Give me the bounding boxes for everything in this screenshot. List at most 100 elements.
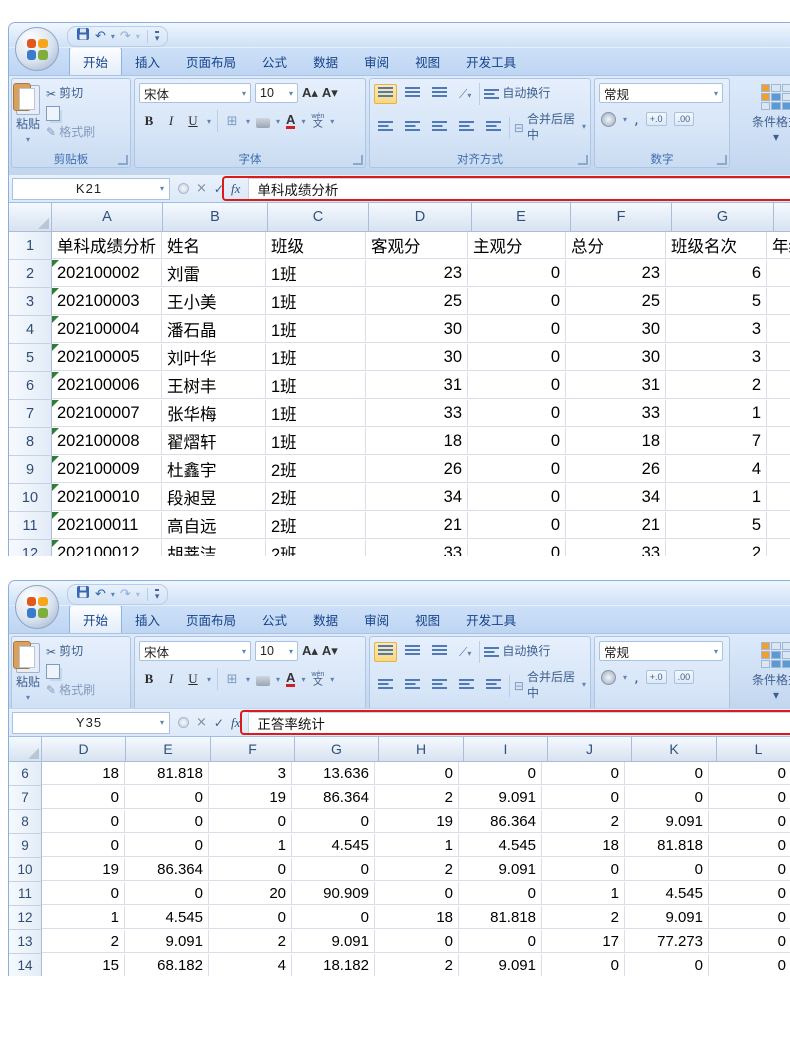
cell-L8[interactable]: 0 (709, 810, 790, 833)
decrease-indent-button[interactable] (455, 118, 478, 138)
cell-G5[interactable]: 3 (666, 344, 767, 371)
font-dialog-launcher-icon[interactable] (353, 155, 363, 165)
column-header-H[interactable]: H (774, 203, 790, 232)
tab-formulas[interactable]: 公式 (249, 47, 300, 75)
cell-E9[interactable]: 0 (125, 834, 209, 857)
cell-D11[interactable]: 0 (42, 882, 125, 905)
cell-E7[interactable]: 0 (125, 786, 209, 809)
cell-C1[interactable]: 班级 (266, 232, 366, 259)
cell-A9[interactable]: 202100009 (52, 456, 162, 483)
row-header-12[interactable]: 12 (9, 906, 42, 930)
cell-G7[interactable]: 86.364 (292, 786, 375, 809)
cell-E6[interactable]: 0 (468, 372, 566, 399)
cell-L12[interactable]: 0 (709, 906, 790, 929)
decrease-decimal-icon[interactable]: .00 (674, 670, 695, 684)
cell-C2[interactable]: 1班 (266, 260, 366, 287)
cell-H3[interactable] (767, 288, 790, 315)
cancel-icon[interactable]: × (196, 182, 207, 195)
cell-D4[interactable]: 30 (366, 316, 468, 343)
cell-K7[interactable]: 0 (625, 786, 709, 809)
cell-E10[interactable]: 0 (468, 484, 566, 511)
cell-F3[interactable]: 25 (566, 288, 666, 315)
tab-home[interactable]: 开始 (69, 46, 122, 75)
cell-E2[interactable]: 0 (468, 260, 566, 287)
cell-F6[interactable]: 3 (209, 762, 292, 785)
cell-L13[interactable]: 0 (709, 930, 790, 953)
cell-E1[interactable]: 主观分 (468, 232, 566, 259)
cell-D9[interactable]: 0 (42, 834, 125, 857)
cell-H13[interactable]: 0 (375, 930, 459, 953)
cell-G11[interactable]: 90.909 (292, 882, 375, 905)
decrease-decimal-icon[interactable]: .00 (674, 112, 695, 126)
comma-style-icon[interactable]: , (634, 112, 639, 127)
cell-G14[interactable]: 18.182 (292, 954, 375, 976)
cell-E9[interactable]: 0 (468, 456, 566, 483)
comma-style-icon[interactable]: , (634, 670, 639, 685)
cell-D10[interactable]: 34 (366, 484, 468, 511)
accounting-dropdown-icon[interactable]: ▾ (623, 115, 627, 124)
cell-H9[interactable] (767, 456, 790, 483)
cell-J10[interactable]: 0 (542, 858, 625, 881)
cell-G6[interactable]: 13.636 (292, 762, 375, 785)
cell-E12[interactable]: 0 (468, 540, 566, 556)
enter-icon[interactable]: ✓ (214, 183, 224, 195)
orientation-button[interactable]: ⟋▾ (455, 84, 475, 104)
cell-H9[interactable]: 1 (375, 834, 459, 857)
cell-F7[interactable]: 19 (209, 786, 292, 809)
underline-dropdown-icon[interactable]: ▾ (207, 675, 211, 684)
cell-G8[interactable]: 0 (292, 810, 375, 833)
cell-F9[interactable]: 1 (209, 834, 292, 857)
cell-G12[interactable]: 0 (292, 906, 375, 929)
cell-J11[interactable]: 1 (542, 882, 625, 905)
cell-C4[interactable]: 1班 (266, 316, 366, 343)
row-header-5[interactable]: 5 (9, 344, 52, 372)
cell-D12[interactable]: 33 (366, 540, 468, 556)
cell-F14[interactable]: 4 (209, 954, 292, 976)
save-icon[interactable] (76, 27, 90, 46)
cell-I12[interactable]: 81.818 (459, 906, 542, 929)
tab-developer[interactable]: 开发工具 (453, 47, 529, 75)
borders-icon[interactable]: ⊞ (224, 115, 240, 128)
font-name-select[interactable]: 宋体▾ (139, 641, 251, 661)
cell-H11[interactable]: 0 (375, 882, 459, 905)
fill-color-dropdown-icon[interactable]: ▾ (276, 675, 280, 684)
clipboard-dialog-launcher-icon[interactable] (118, 155, 128, 165)
paste-button[interactable]: 粘贴 ▾ (16, 83, 40, 153)
cell-G12[interactable]: 2 (666, 540, 767, 556)
cell-J7[interactable]: 0 (542, 786, 625, 809)
select-all-corner[interactable] (9, 203, 52, 232)
cell-I8[interactable]: 86.364 (459, 810, 542, 833)
cell-H12[interactable] (767, 540, 790, 556)
middle-align-button[interactable] (401, 642, 424, 662)
tab-page-layout[interactable]: 页面布局 (173, 605, 249, 633)
top-align-button[interactable] (374, 84, 397, 104)
conditional-formatting-button[interactable]: 条件格式 ▾ (737, 642, 790, 702)
cell-F7[interactable]: 33 (566, 400, 666, 427)
insert-function-icon[interactable]: fx (231, 181, 240, 197)
insert-function-icon[interactable]: fx (231, 715, 240, 731)
cell-B3[interactable]: 王小美 (162, 288, 266, 315)
cell-F8[interactable]: 18 (566, 428, 666, 455)
fill-color-icon[interactable] (256, 118, 270, 128)
tab-data[interactable]: 数据 (300, 47, 351, 75)
align-center-button[interactable] (401, 118, 424, 138)
cell-A11[interactable]: 202100011 (52, 512, 162, 539)
shrink-font-icon[interactable]: A▾ (322, 643, 338, 659)
cell-H10[interactable]: 2 (375, 858, 459, 881)
cell-C7[interactable]: 1班 (266, 400, 366, 427)
font-color-dropdown-icon[interactable]: ▾ (301, 675, 305, 684)
cell-C6[interactable]: 1班 (266, 372, 366, 399)
cell-B10[interactable]: 段昶昱 (162, 484, 266, 511)
cell-K14[interactable]: 0 (625, 954, 709, 976)
row-header-12[interactable]: 12 (9, 540, 52, 556)
cell-J9[interactable]: 18 (542, 834, 625, 857)
customize-qat-icon[interactable]: ▾ (155, 31, 160, 43)
alignment-dialog-launcher-icon[interactable] (578, 155, 588, 165)
cell-B4[interactable]: 潘石晶 (162, 316, 266, 343)
cell-D5[interactable]: 30 (366, 344, 468, 371)
row-header-14[interactable]: 14 (9, 954, 42, 976)
tab-formulas[interactable]: 公式 (249, 605, 300, 633)
grow-font-icon[interactable]: A▴ (302, 85, 318, 101)
cell-G6[interactable]: 2 (666, 372, 767, 399)
number-dialog-launcher-icon[interactable] (717, 155, 727, 165)
